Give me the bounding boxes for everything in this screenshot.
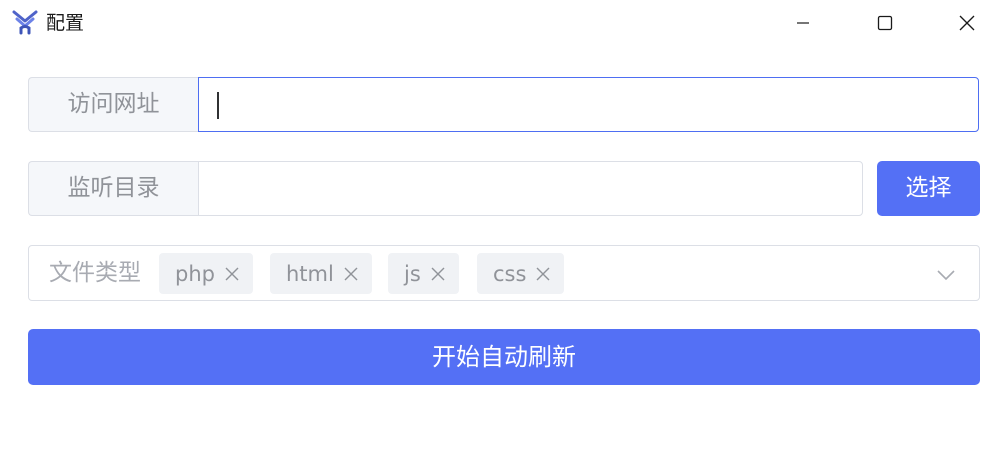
tag-remove-icon[interactable] (225, 267, 239, 281)
maximize-button[interactable] (862, 0, 908, 46)
tag-remove-icon[interactable] (536, 267, 550, 281)
text-caret (217, 92, 219, 119)
select-directory-button[interactable]: 选择 (877, 161, 980, 216)
file-types-select[interactable]: 文件类型 php html js css (28, 245, 980, 301)
directory-label: 监听目录 (28, 161, 198, 216)
tag-label: css (493, 261, 527, 286)
url-input[interactable] (198, 77, 979, 132)
tag-label: js (404, 261, 421, 286)
url-label: 访问网址 (28, 77, 198, 132)
close-icon (959, 15, 975, 31)
tag-js: js (388, 253, 459, 294)
tag-css: css (477, 253, 565, 294)
close-button[interactable] (944, 0, 990, 46)
tag-label: html (286, 261, 334, 286)
url-input-group: 访问网址 (28, 77, 979, 132)
window-title: 配置 (46, 12, 85, 34)
tag-label: php (175, 261, 215, 286)
directory-input-group: 监听目录 (28, 161, 863, 216)
file-types-label: 文件类型 (49, 260, 141, 286)
tag-php: php (159, 253, 253, 294)
minimize-button[interactable] (780, 0, 826, 46)
directory-input[interactable] (198, 161, 863, 216)
tag-remove-icon[interactable] (344, 267, 358, 281)
title-bar[interactable]: 配置 (0, 0, 1008, 46)
minimize-icon (797, 22, 809, 24)
tag-remove-icon[interactable] (431, 267, 445, 281)
maximize-icon (877, 15, 893, 31)
tag-html: html (270, 253, 372, 294)
config-window: 配置 访问网址 监听目录 选择 文件类型 php html js css 开始自… (0, 0, 1008, 453)
app-logo-icon (12, 10, 38, 35)
start-auto-refresh-button[interactable]: 开始自动刷新 (28, 329, 980, 385)
chevron-down-icon[interactable] (936, 265, 956, 285)
